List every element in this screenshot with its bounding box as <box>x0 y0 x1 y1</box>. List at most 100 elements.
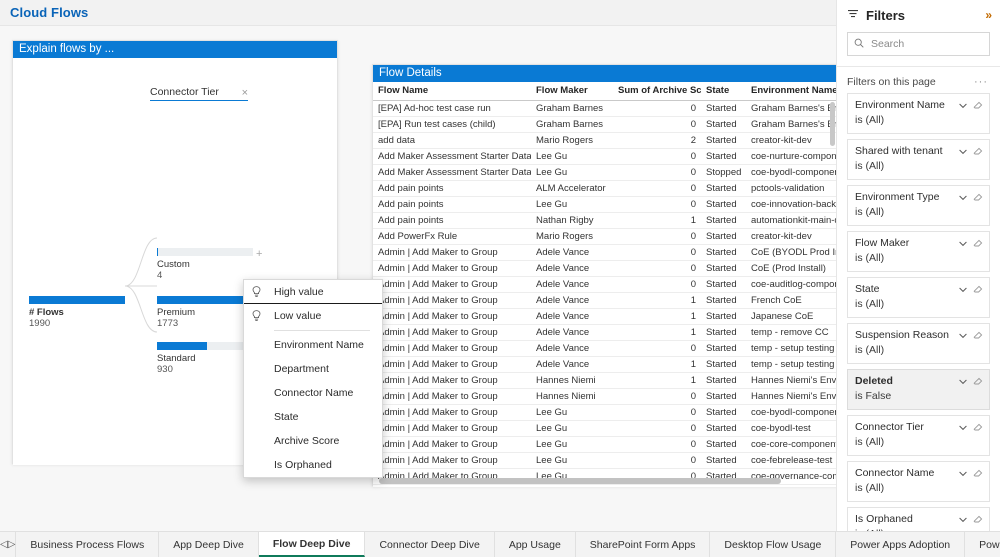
table-row[interactable]: Admin | Add Maker to GroupAdele Vance0St… <box>373 245 837 261</box>
menu-item-state[interactable]: State <box>244 405 382 429</box>
filter-card-connector-tier[interactable]: Connector Tieris (All) <box>847 415 990 456</box>
column-header-flow-maker[interactable]: Flow Maker <box>531 82 613 101</box>
cell-environment-name: Japanese CoE <box>746 309 837 325</box>
clear-filter-icon[interactable] <box>973 514 983 527</box>
column-header-archive-score[interactable]: Sum of Archive Score <box>613 82 701 101</box>
chevron-down-icon[interactable] <box>959 147 967 157</box>
tree-root-node[interactable]: # Flows 1990 <box>29 296 125 329</box>
table-horizontal-scrollbar[interactable] <box>379 478 781 484</box>
table-row[interactable]: Add Maker Assessment Starter DataLee Gu0… <box>373 165 837 181</box>
table-scroll-region[interactable]: Flow Name Flow Maker Sum of Archive Scor… <box>373 82 837 487</box>
table-row[interactable]: Admin | Add Maker to GroupHannes Niemi1S… <box>373 373 837 389</box>
tree-node-custom[interactable]: Custom 4 <box>157 248 253 281</box>
tree-node-standard[interactable]: Standard 930 <box>157 342 253 375</box>
table-row[interactable]: Add pain pointsLee Gu0Startedcoe-innovat… <box>373 197 837 213</box>
next-page-icon[interactable]: ▷ <box>8 539 16 550</box>
filter-card-environment-type[interactable]: Environment Typeis (All) <box>847 185 990 226</box>
tab-app-usage[interactable]: App Usage <box>495 532 576 557</box>
clear-filter-icon[interactable] <box>973 146 983 159</box>
tab-app-deep-dive[interactable]: App Deep Dive <box>159 532 259 557</box>
chevron-down-icon[interactable] <box>959 377 967 387</box>
table-row[interactable]: Admin | Add Maker to GroupLee Gu0Started… <box>373 485 837 488</box>
filter-card-name: Deleted <box>855 375 957 388</box>
table-row[interactable]: Admin | Add Maker to GroupAdele Vance1St… <box>373 357 837 373</box>
tab-business-process-flows[interactable]: Business Process Flows <box>16 532 159 557</box>
chevron-down-icon[interactable] <box>959 515 967 525</box>
chevron-down-icon[interactable] <box>959 285 967 295</box>
close-icon[interactable]: × <box>242 88 248 98</box>
tab-sharepoint-form-apps[interactable]: SharePoint Form Apps <box>576 532 711 557</box>
clear-filter-icon[interactable] <box>973 468 983 481</box>
table-vertical-scrollbar[interactable] <box>830 102 835 146</box>
chevron-down-icon[interactable] <box>959 423 967 433</box>
filter-card-name: Flow Maker <box>855 237 957 250</box>
table-row[interactable]: Admin | Add Maker to GroupAdele Vance0St… <box>373 277 837 293</box>
table-row[interactable]: Admin | Add Maker to GroupLee Gu0Started… <box>373 405 837 421</box>
tab-power[interactable]: Power <box>965 532 1000 557</box>
cell-archive-score: 0 <box>613 101 701 117</box>
column-header-state[interactable]: State <box>701 82 746 101</box>
expand-pane-icon[interactable]: » <box>985 8 992 22</box>
menu-item-environment-name[interactable]: Environment Name <box>244 333 382 357</box>
menu-item-department[interactable]: Department <box>244 357 382 381</box>
table-row[interactable]: Admin | Add Maker to GroupAdele Vance0St… <box>373 341 837 357</box>
menu-item-high-value[interactable]: High value <box>244 280 382 304</box>
column-header-flow-name[interactable]: Flow Name <box>373 82 531 101</box>
filter-card-suspension-reason[interactable]: Suspension Reasonis (All) <box>847 323 990 364</box>
chevron-down-icon[interactable] <box>959 239 967 249</box>
table-row[interactable]: Admin | Add Maker to GroupHannes Niemi0S… <box>373 389 837 405</box>
table-row[interactable]: Admin | Add Maker to GroupLee Gu0Started… <box>373 453 837 469</box>
tree-node-premium[interactable]: Premium 1773 <box>157 296 253 329</box>
clear-filter-icon[interactable] <box>973 100 983 113</box>
table-row[interactable]: [EPA] Ad-hoc test case runGraham Barnes0… <box>373 101 837 117</box>
tree-level-dropdown-menu[interactable]: High value Low value Environment Name De… <box>243 279 383 478</box>
previous-page-icon[interactable]: ◁ <box>0 539 8 550</box>
tree-level-chip-connector-tier[interactable]: Connector Tier × <box>150 86 248 101</box>
filter-card-deleted[interactable]: Deletedis False <box>847 369 990 410</box>
clear-filter-icon[interactable] <box>973 238 983 251</box>
tab-power-apps-adoption[interactable]: Power Apps Adoption <box>836 532 965 557</box>
chevron-down-icon[interactable] <box>959 469 967 479</box>
table-row[interactable]: Admin | Add Maker to GroupAdele Vance0St… <box>373 261 837 277</box>
table-row[interactable]: Admin | Add Maker to GroupAdele Vance1St… <box>373 309 837 325</box>
column-header-environment-name[interactable]: Environment Name <box>746 82 837 101</box>
cell-flow-maker: Adele Vance <box>531 309 613 325</box>
menu-item-is-orphaned[interactable]: Is Orphaned <box>244 453 382 477</box>
table-row[interactable]: Add PowerFx RuleMario Rogers0Startedcrea… <box>373 229 837 245</box>
table-row[interactable]: Admin | Add Maker to GroupLee Gu0Started… <box>373 421 837 437</box>
tab-flow-deep-dive[interactable]: Flow Deep Dive <box>259 532 366 557</box>
filter-card-name: Shared with tenant <box>855 145 957 158</box>
flow-details-table-visual[interactable]: Flow Details Flow Name Flow Maker Sum of… <box>372 64 838 486</box>
menu-item-archive-score[interactable]: Archive Score <box>244 429 382 453</box>
table-row[interactable]: Admin | Add Maker to GroupAdele Vance1St… <box>373 325 837 341</box>
chevron-down-icon[interactable] <box>959 331 967 341</box>
clear-filter-icon[interactable] <box>973 422 983 435</box>
filter-card-shared-with-tenant[interactable]: Shared with tenantis (All) <box>847 139 990 180</box>
filter-card-connector-name[interactable]: Connector Nameis (All) <box>847 461 990 502</box>
filter-card-name: Connector Tier <box>855 421 957 434</box>
cell-state: Started <box>701 245 746 261</box>
filter-card-state[interactable]: Stateis (All) <box>847 277 990 318</box>
filters-search-input[interactable]: Search <box>847 32 990 56</box>
table-row[interactable]: Add Maker Assessment Starter DataLee Gu0… <box>373 149 837 165</box>
clear-filter-icon[interactable] <box>973 284 983 297</box>
filter-card-environment-name[interactable]: Environment Nameis (All) <box>847 93 990 134</box>
clear-filter-icon[interactable] <box>973 376 983 389</box>
more-options-icon[interactable]: ··· <box>974 78 988 86</box>
tab-connector-deep-dive[interactable]: Connector Deep Dive <box>365 532 494 557</box>
menu-item-low-value[interactable]: Low value <box>244 304 382 328</box>
chevron-down-icon[interactable] <box>959 193 967 203</box>
clear-filter-icon[interactable] <box>973 330 983 343</box>
expand-node-custom-icon[interactable]: + <box>256 250 262 258</box>
table-row[interactable]: Admin | Add Maker to GroupAdele Vance1St… <box>373 293 837 309</box>
table-row[interactable]: Add pain pointsNathan Rigby1Startedautom… <box>373 213 837 229</box>
table-row[interactable]: Admin | Add Maker to GroupLee Gu0Started… <box>373 437 837 453</box>
clear-filter-icon[interactable] <box>973 192 983 205</box>
chevron-down-icon[interactable] <box>959 101 967 111</box>
tab-desktop-flow-usage[interactable]: Desktop Flow Usage <box>710 532 836 557</box>
menu-item-connector-name[interactable]: Connector Name <box>244 381 382 405</box>
table-row[interactable]: add dataMario Rogers2Startedcreator-kit-… <box>373 133 837 149</box>
table-row[interactable]: Add pain pointsALM Accelerator0Startedpc… <box>373 181 837 197</box>
table-row[interactable]: [EPA] Run test cases (child)Graham Barne… <box>373 117 837 133</box>
filter-card-flow-maker[interactable]: Flow Makeris (All) <box>847 231 990 272</box>
